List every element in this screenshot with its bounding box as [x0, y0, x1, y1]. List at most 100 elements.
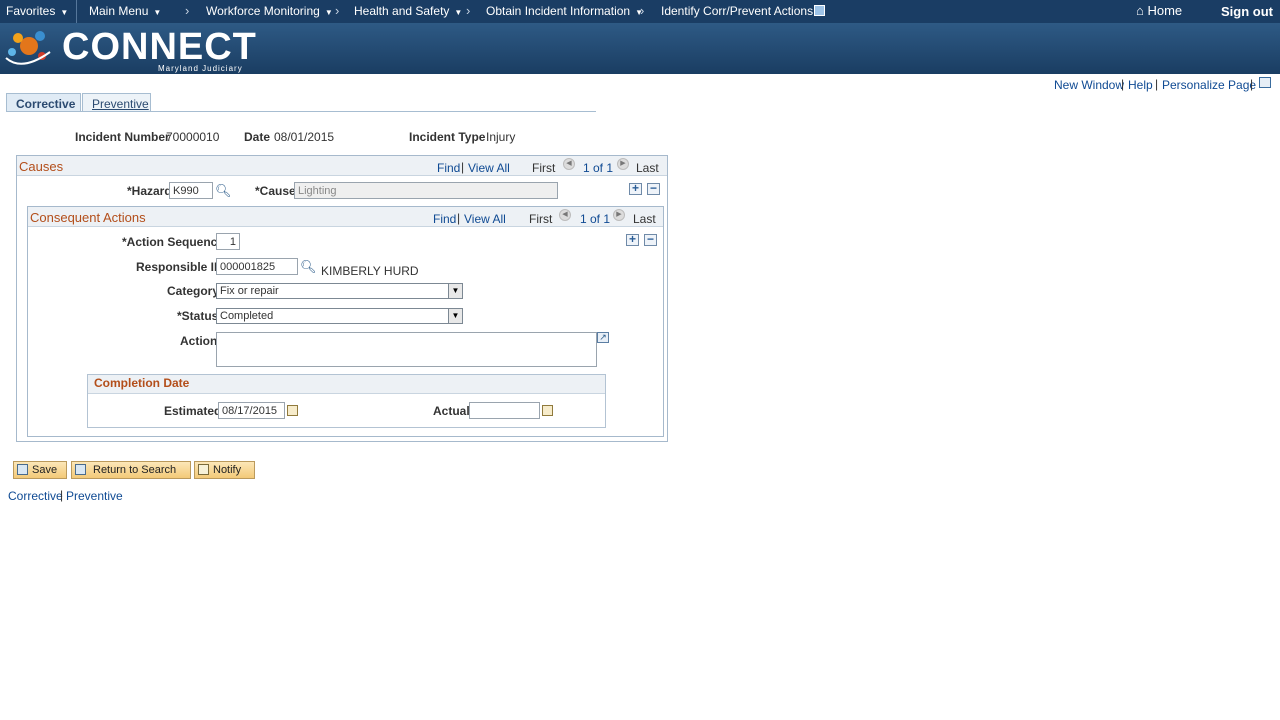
cause-input: [294, 182, 558, 199]
chevron-down-icon: ▼: [454, 8, 463, 17]
responsible-id-label: Responsible ID: [136, 260, 223, 274]
calendar-icon[interactable]: [542, 405, 553, 416]
actions-row-count: 1 of 1: [580, 212, 611, 226]
notify-button[interactable]: Notify: [194, 461, 255, 479]
actions-first-label: First: [529, 212, 553, 226]
estimated-date-input[interactable]: [218, 402, 285, 419]
causes-find-link[interactable]: Find: [437, 161, 460, 175]
home-link[interactable]: ⌂ Home: [1136, 3, 1182, 18]
footer-corrective-link[interactable]: Corrective: [8, 489, 63, 503]
category-selected-value: Fix or repair: [220, 285, 279, 297]
causes-view-all-link[interactable]: View All: [468, 161, 510, 175]
sign-out-link[interactable]: Sign out: [1221, 4, 1273, 19]
responsible-id-input[interactable]: [216, 258, 298, 275]
tab-corrective[interactable]: Corrective: [6, 93, 81, 112]
dropdown-arrow-icon[interactable]: ▼: [448, 284, 462, 298]
dropdown-arrow-icon[interactable]: ▼: [448, 309, 462, 323]
delete-row-minus-icon[interactable]: −: [644, 233, 657, 246]
link-divider: |: [461, 160, 465, 174]
search-icon[interactable]: [814, 5, 826, 16]
incident-number-label: Incident Number: [75, 130, 170, 144]
causes-first-label: First: [532, 161, 556, 175]
completion-date-title: Completion Date: [94, 376, 190, 390]
responsible-name: KIMBERLY HURD: [321, 264, 419, 278]
prev-arrow-icon[interactable]: ◀: [563, 158, 575, 170]
save-icon: [17, 464, 28, 475]
prev-arrow-icon[interactable]: ◀: [559, 209, 571, 221]
calendar-icon[interactable]: [287, 405, 298, 416]
help-link[interactable]: Help: [1128, 78, 1153, 92]
date-value: 08/01/2015: [274, 130, 335, 144]
incident-type-value: Injury: [486, 130, 516, 144]
main-menu[interactable]: Main Menu ▼: [89, 4, 161, 18]
page-layout-icon[interactable]: [1259, 77, 1271, 88]
personalize-page-link[interactable]: Personalize Page: [1162, 78, 1256, 92]
breadcrumb-label: Health and Safety: [354, 4, 450, 18]
next-arrow-icon[interactable]: ▶: [617, 158, 629, 170]
return-to-search-button[interactable]: Return to Search: [71, 461, 191, 479]
actions-view-all-link[interactable]: View All: [464, 212, 506, 226]
link-divider: |: [457, 211, 461, 225]
tab-underline: [6, 111, 596, 112]
action-label: Action: [180, 334, 218, 348]
link-divider: |: [1121, 77, 1125, 91]
chevron-down-icon: ▼: [153, 8, 162, 17]
consequent-actions-title: Consequent Actions: [30, 210, 146, 225]
hazard-input[interactable]: [169, 182, 213, 199]
notify-button-label: Notify: [213, 464, 242, 476]
chevron-down-icon: ▼: [60, 8, 69, 17]
breadcrumb-label: Identify Corr/Prevent Actions: [661, 4, 814, 18]
breadcrumb-arrow-icon: ›: [466, 3, 471, 18]
home-label: Home: [1147, 3, 1183, 18]
footer-preventive-link[interactable]: Preventive: [66, 489, 123, 503]
estimated-label: Estimated: [164, 404, 222, 418]
status-selected-value: Completed: [220, 310, 274, 322]
breadcrumb-identify-corr-prevent-actions[interactable]: Identify Corr/Prevent Actions: [661, 4, 826, 18]
add-row-plus-icon[interactable]: +: [629, 182, 642, 195]
status-label: *Status: [177, 309, 219, 323]
breadcrumb-workforce-monitoring[interactable]: Workforce Monitoring ▼: [206, 4, 333, 18]
tab-preventive[interactable]: Preventive: [82, 93, 151, 112]
link-divider: |: [1250, 77, 1254, 91]
incident-number-value: 70000010: [166, 130, 220, 144]
next-arrow-icon[interactable]: ▶: [613, 209, 625, 221]
favorites-label: Favorites: [6, 4, 56, 18]
incident-type-label: Incident Type: [409, 130, 486, 144]
add-row-plus-icon[interactable]: +: [626, 233, 639, 246]
breadcrumb-arrow-icon: ›: [335, 3, 340, 18]
breadcrumb-obtain-incident-information[interactable]: Obtain Incident Information ▼: [486, 4, 643, 18]
category-label: Category: [167, 284, 220, 298]
actions-last-label: Last: [633, 212, 656, 226]
breadcrumb-health-and-safety[interactable]: Health and Safety ▼: [354, 4, 462, 18]
link-divider: |: [60, 488, 64, 502]
category-select[interactable]: Fix or repair ▼: [216, 283, 463, 299]
lookup-search-icon[interactable]: 🔍︎: [215, 183, 232, 199]
return-to-search-icon: [75, 464, 86, 475]
actual-label: Actual: [433, 404, 470, 418]
logo-text: CONNECT: [62, 26, 257, 68]
actual-date-input[interactable]: [469, 402, 540, 419]
cause-label: *Cause: [255, 184, 296, 198]
expand-icon[interactable]: ↗: [597, 332, 609, 343]
nav-divider: [76, 0, 77, 23]
action-sequence-input[interactable]: [216, 233, 240, 250]
favorites-menu[interactable]: Favorites ▼: [6, 4, 68, 18]
actions-find-link[interactable]: Find: [433, 212, 456, 226]
save-button[interactable]: Save: [13, 461, 67, 479]
connect-logo-icon: [5, 31, 51, 65]
delete-row-minus-icon[interactable]: −: [647, 182, 660, 195]
causes-title: Causes: [19, 159, 64, 174]
hazard-label: *Hazard: [127, 184, 172, 198]
new-window-link[interactable]: New Window: [1054, 78, 1124, 92]
main-menu-label: Main Menu: [89, 4, 149, 18]
date-label: Date: [244, 130, 271, 144]
breadcrumb-label: Workforce Monitoring: [206, 4, 320, 18]
causes-last-label: Last: [636, 161, 659, 175]
save-button-label: Save: [32, 464, 58, 476]
lookup-search-icon[interactable]: 🔍︎: [300, 259, 317, 275]
action-textarea[interactable]: [216, 332, 597, 367]
logo-subtitle: Maryland Judiciary: [158, 64, 243, 73]
notify-icon: [198, 464, 209, 475]
link-divider: |: [1155, 77, 1159, 91]
status-select[interactable]: Completed ▼: [216, 308, 463, 324]
